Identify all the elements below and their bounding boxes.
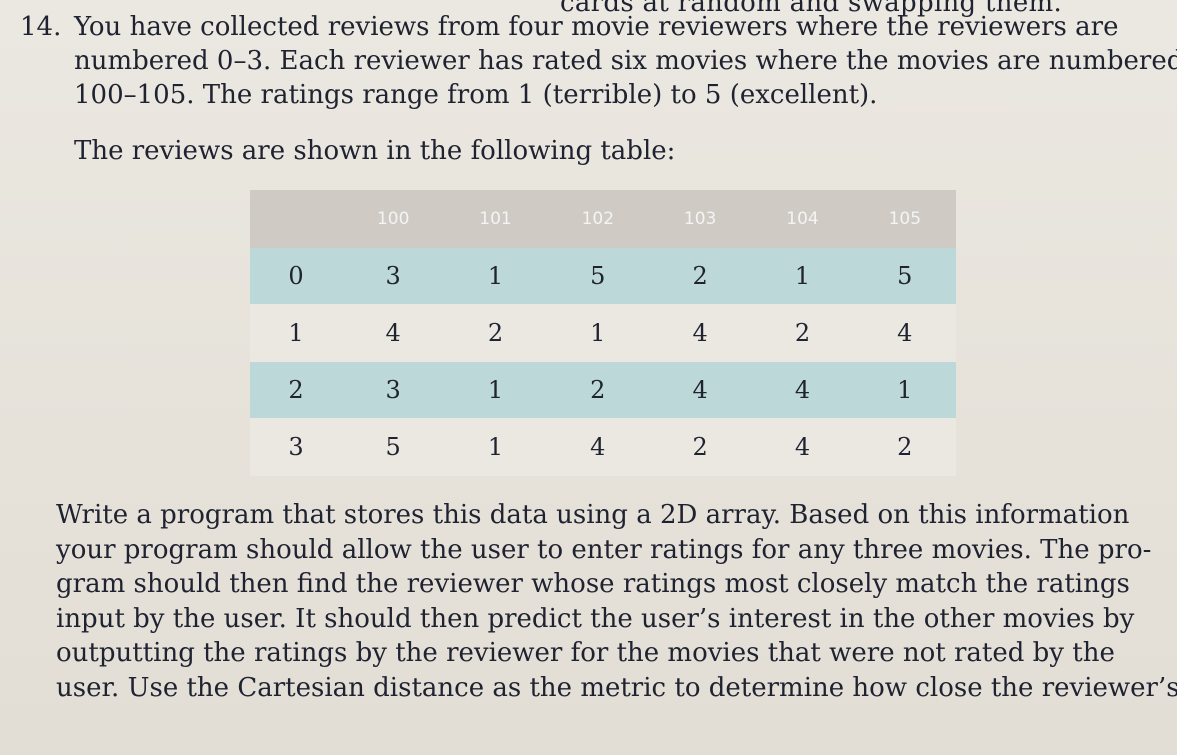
table-header-cell: 105: [888, 209, 922, 229]
problem-line-3: 100–105. The ratings range from 1 (terri…: [74, 80, 878, 110]
rating-cell: 2: [590, 376, 606, 404]
rating-cell: 3: [385, 262, 401, 290]
book-page: cards at random and swapping them. 14. Yo…: [0, 0, 1177, 755]
table-row: 2 3 1 2 4 4 1: [250, 362, 956, 418]
rating-cell: 4: [590, 433, 606, 461]
reviewer-id-cell: 2: [288, 376, 304, 404]
instruction-line: your program should allow the user to en…: [56, 534, 1152, 565]
reviewer-id-cell: 0: [288, 262, 304, 290]
problem-number: 14.: [20, 12, 62, 42]
instruction-line: user. Use the Cartesian distance as the …: [56, 672, 1177, 703]
instruction-line: gram should then find the reviewer whose…: [56, 569, 1130, 599]
rating-cell: 2: [794, 319, 811, 347]
rating-cell: 4: [794, 433, 811, 461]
table-header-cell: 102: [581, 209, 615, 229]
table-header-cell: 104: [786, 209, 819, 229]
rating-cell: 1: [794, 262, 811, 290]
problem-line-1: 14. You have collected reviews from four …: [20, 10, 1130, 44]
rating-cell: 4: [794, 376, 811, 404]
table-header-cell: 103: [683, 209, 717, 229]
rating-cell: 4: [692, 319, 708, 347]
problem-statement: 14. You have collected reviews from four …: [20, 10, 1177, 112]
rating-cell: 1: [590, 319, 606, 347]
rating-cell: 2: [897, 433, 913, 461]
table-intro: The reviews are shown in the following t…: [74, 136, 676, 166]
instruction-line: Write a program that stores this data us…: [56, 500, 1130, 530]
rating-cell: 1: [897, 376, 913, 404]
reviewer-id-cell: 3: [288, 433, 304, 461]
exercise-instructions: Write a program that stores this data us…: [56, 498, 1177, 705]
rating-cell: 2: [692, 433, 708, 461]
rating-cell: 2: [692, 262, 708, 290]
table-header-cell: 100: [376, 209, 410, 229]
rating-cell: 4: [897, 319, 913, 347]
rating-cell: 1: [487, 433, 504, 461]
rating-cell: 1: [487, 262, 504, 290]
problem-line-2: numbered 0–3. Each reviewer has rated si…: [74, 46, 1177, 76]
rating-cell: 4: [385, 319, 401, 347]
instruction-line: outputting the ratings by the reviewer f…: [56, 638, 1115, 668]
rating-cell: 3: [385, 376, 401, 404]
table-row: 3 5 1 4 2 4 2: [250, 418, 956, 476]
reviews-table: 100 101 102 103 104 105 0 3 1 5 2 1 5 1 …: [250, 190, 956, 476]
table-header-cell: [250, 190, 342, 248]
rating-cell: 5: [897, 262, 913, 290]
table-row: 1 4 2 1 4 2 4: [250, 304, 956, 362]
rating-cell: 5: [385, 433, 401, 461]
rating-cell: 2: [487, 319, 504, 347]
table-header-row: 100 101 102 103 104 105: [250, 190, 956, 248]
rating-cell: 1: [487, 376, 504, 404]
instruction-line: input by the user. It should then predic…: [56, 603, 1135, 634]
rating-cell: 5: [590, 262, 606, 290]
reviewer-id-cell: 1: [288, 319, 304, 347]
problem-text: You have collected reviews from four mov…: [74, 12, 1119, 42]
rating-cell: 4: [692, 376, 708, 404]
table-row: 0 3 1 5 2 1 5: [250, 248, 956, 304]
table-header-cell: 101: [479, 209, 512, 229]
